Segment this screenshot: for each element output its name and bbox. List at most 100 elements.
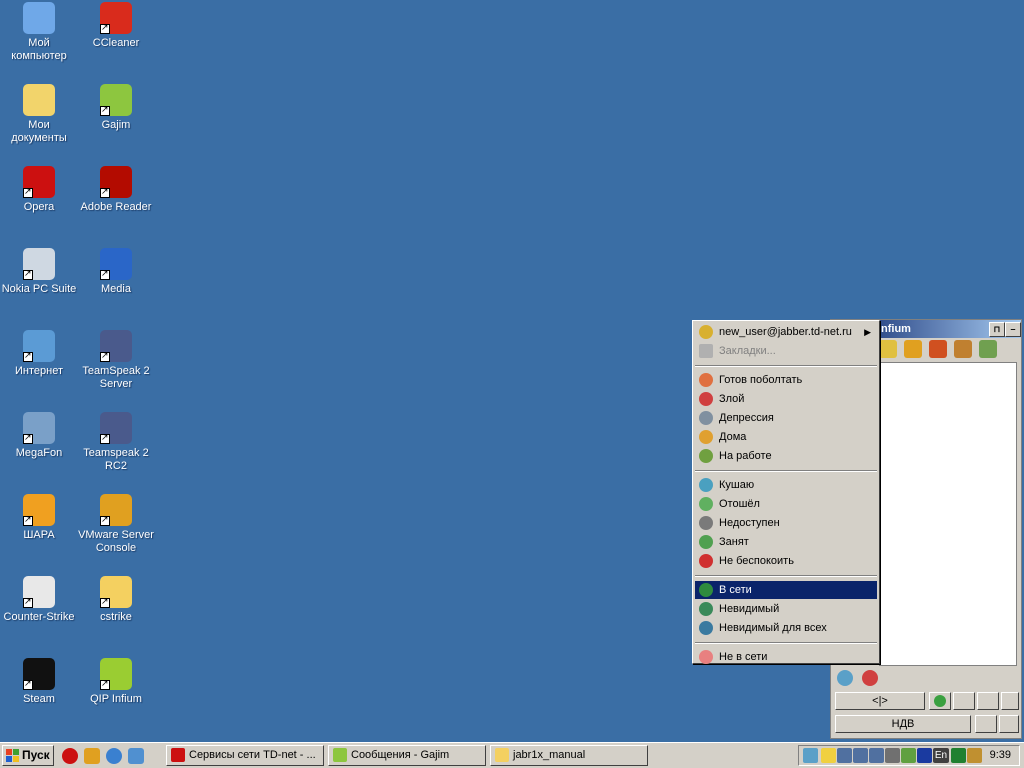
counter-strike-icon bbox=[23, 576, 55, 608]
free-for-chat-status-icon bbox=[699, 373, 713, 387]
menu-item-status[interactable]: Не в сети bbox=[695, 648, 877, 666]
connect-button[interactable] bbox=[929, 692, 951, 710]
menu-item-status[interactable]: Занят bbox=[695, 533, 877, 551]
taskbar-button[interactable]: Сообщения - Gajim bbox=[328, 745, 486, 766]
menu-item-status[interactable]: Невидимый bbox=[695, 600, 877, 618]
qip-status-row: НДВ bbox=[835, 715, 1019, 735]
contacts-icon[interactable] bbox=[904, 340, 923, 358]
menu-item-status[interactable]: Не беспокоить bbox=[695, 552, 877, 570]
taskbar-button-label: jabr1x_manual bbox=[513, 749, 586, 761]
desktop-icon[interactable]: Counter-Strike bbox=[0, 576, 78, 624]
tools-icon[interactable] bbox=[954, 340, 973, 358]
system-tray: En 9:39 bbox=[798, 745, 1020, 766]
desktop-icon[interactable]: cstrike bbox=[77, 576, 155, 624]
desktop-icon[interactable]: Интернет bbox=[0, 330, 78, 378]
menu-item-label: Недоступен bbox=[719, 517, 780, 529]
qip-tray-icon[interactable] bbox=[803, 748, 818, 763]
menu-item-account[interactable]: new_user@jabber.td-net.ru ▶ bbox=[695, 323, 877, 341]
shortcut-arrow-icon bbox=[100, 432, 110, 444]
sound-icon[interactable] bbox=[879, 340, 897, 358]
tip-bulb-icon[interactable] bbox=[821, 748, 836, 763]
monitor-icon[interactable] bbox=[917, 748, 932, 763]
tools-icon[interactable] bbox=[967, 748, 982, 763]
menu-item-bookmarks[interactable]: Закладки... bbox=[695, 342, 877, 360]
windows-flag-icon bbox=[6, 749, 19, 762]
taskbar-button[interactable]: jabr1x_manual bbox=[490, 745, 648, 766]
shortcut-arrow-icon bbox=[100, 268, 110, 280]
invisible-status-icon[interactable] bbox=[837, 670, 853, 686]
at-home-status-icon bbox=[699, 430, 713, 444]
desktop-icon[interactable]: Teamspeak 2 RC2 bbox=[77, 412, 155, 473]
add-contact-button[interactable] bbox=[977, 692, 999, 710]
menu-item-status[interactable]: В сети bbox=[695, 581, 877, 599]
network-icon[interactable] bbox=[853, 748, 868, 763]
desktop-icon[interactable]: Мой компьютер bbox=[0, 2, 78, 63]
menu-item-status[interactable]: Злой bbox=[695, 390, 877, 408]
desktop-icon[interactable]: CCleaner bbox=[77, 2, 155, 50]
internet-explorer-icon[interactable] bbox=[106, 748, 122, 764]
desktop-icon[interactable]: TeamSpeak 2 Server bbox=[77, 330, 155, 391]
clock[interactable]: 9:39 bbox=[990, 746, 1011, 765]
pin-button[interactable]: ⊓ bbox=[989, 322, 1005, 337]
desktop-icon[interactable]: Media bbox=[77, 248, 155, 296]
shortcut-arrow-icon bbox=[100, 186, 110, 198]
start-button[interactable]: Пуск bbox=[2, 745, 54, 766]
menu-item-label: Кушаю bbox=[719, 479, 755, 491]
desktop-icon-label: Adobe Reader bbox=[80, 201, 152, 213]
desktop-icon[interactable]: Мои документы bbox=[0, 84, 78, 145]
desktop-icon-label: Интернет bbox=[15, 365, 63, 377]
adobe-reader-icon bbox=[100, 166, 132, 198]
gajim-tray-icon[interactable] bbox=[901, 748, 916, 763]
opera-icon bbox=[23, 166, 55, 198]
menu-item-status[interactable]: Отошёл bbox=[695, 495, 877, 513]
privacy-button[interactable]: <|> bbox=[835, 692, 925, 710]
shortcut-arrow-icon bbox=[100, 22, 110, 34]
opera-icon[interactable] bbox=[62, 748, 78, 764]
menu-separator bbox=[695, 470, 877, 472]
desktop-icon[interactable]: Nokia PC Suite bbox=[0, 248, 78, 296]
find-contact-button[interactable] bbox=[953, 692, 975, 710]
menu-item-status[interactable]: Дома bbox=[695, 428, 877, 446]
plugins-icon[interactable] bbox=[979, 340, 998, 358]
opera-icon bbox=[171, 748, 185, 762]
my-computer-icon bbox=[23, 2, 55, 34]
menu-item-label: Готов поболтать bbox=[719, 374, 803, 386]
menu-item-status[interactable]: Готов поболтать bbox=[695, 371, 877, 389]
desktop-icon[interactable]: Opera bbox=[0, 166, 78, 214]
desktop-icon-label: Teamspeak 2 RC2 bbox=[83, 447, 149, 472]
shara-icon bbox=[23, 494, 55, 526]
volume-icon[interactable] bbox=[885, 748, 900, 763]
shortcut-arrow-icon bbox=[100, 514, 110, 526]
location-button[interactable] bbox=[975, 715, 997, 733]
menu-item-status[interactable]: На работе bbox=[695, 447, 877, 465]
status-button[interactable]: НДВ bbox=[835, 715, 971, 733]
desktop-icon[interactable]: VMware Server Console bbox=[77, 494, 155, 555]
minimize-button[interactable]: – bbox=[1005, 322, 1021, 337]
desktop-icon[interactable]: Adobe Reader bbox=[77, 166, 155, 214]
menu-item-status[interactable]: Депрессия bbox=[695, 409, 877, 427]
menu-item-status[interactable]: Невидимый для всех bbox=[695, 619, 877, 637]
shortcut-arrow-icon bbox=[100, 596, 110, 608]
collapse-button[interactable] bbox=[1001, 692, 1019, 710]
taskbar-button[interactable]: Сервисы сети TD-net - ... bbox=[166, 745, 324, 766]
menu-item-status[interactable]: Кушаю bbox=[695, 476, 877, 494]
shortcut-arrow-icon bbox=[100, 678, 110, 690]
menu-item-status[interactable]: Недоступен bbox=[695, 514, 877, 532]
language-indicator[interactable]: En bbox=[933, 748, 949, 763]
desktop-icon[interactable]: ШАРА bbox=[0, 494, 78, 542]
battery-icon[interactable] bbox=[951, 748, 966, 763]
contact-list[interactable] bbox=[879, 362, 1017, 666]
profile-button[interactable] bbox=[999, 715, 1019, 733]
shortcut-arrow-icon bbox=[23, 678, 33, 690]
desktop-icon[interactable]: Gajim bbox=[77, 84, 155, 132]
search-icon[interactable] bbox=[862, 670, 879, 686]
desktop-icon[interactable]: MegaFon bbox=[0, 412, 78, 460]
depression-status-icon bbox=[699, 411, 713, 425]
desktop-icon[interactable]: QIP Infium bbox=[77, 658, 155, 706]
network-icon[interactable] bbox=[837, 748, 852, 763]
network-icon[interactable] bbox=[869, 748, 884, 763]
calendar-icon[interactable] bbox=[929, 340, 948, 358]
vmware-icon[interactable] bbox=[84, 748, 100, 764]
desktop-icon[interactable]: Steam bbox=[0, 658, 78, 706]
show-desktop-icon[interactable] bbox=[128, 748, 144, 764]
